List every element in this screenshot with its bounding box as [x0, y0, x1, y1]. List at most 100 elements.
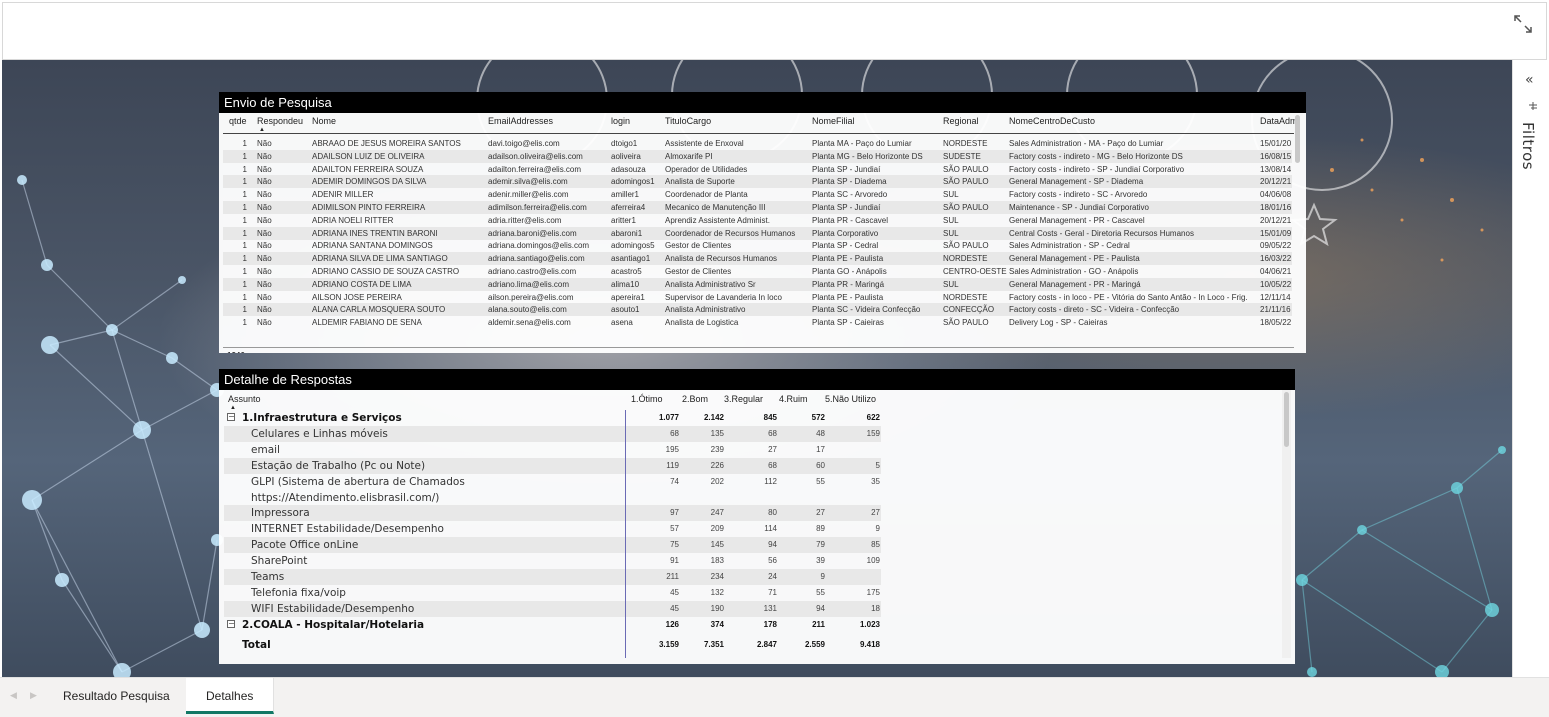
item-row[interactable]: Pacote Office onLine 75 145 94 79 85: [224, 537, 881, 553]
collapse-group-icon[interactable]: −: [227, 413, 235, 421]
cell-respondeu: Não: [257, 241, 272, 251]
table-row[interactable]: 1 Não ABRAAO DE JESUS MOREIRA SANTOS davi.t…: [223, 137, 1292, 150]
item-row[interactable]: WIFI Estabilidade/Desempenho 45 190 131 94 18: [224, 601, 881, 617]
cell-login: asena: [611, 318, 633, 328]
cell-dataadm: 04/06/21: [1260, 267, 1292, 276]
cell-respondeu: Não: [257, 318, 272, 328]
prev-page-icon[interactable]: ◀: [10, 691, 17, 701]
cell-nomefilial: Planta MA - Paço do Lumiar: [812, 139, 912, 148]
cell-nomefilial: Planta SP - Caieiras: [812, 318, 884, 328]
cell-login: apereira1: [611, 292, 645, 302]
col-header-respondeu[interactable]: Respondeu ▲: [257, 113, 303, 134]
cell-login: amiller1: [611, 190, 640, 200]
tab-resultado-pesquisa[interactable]: Resultado Pesquisa: [43, 678, 191, 714]
group-row[interactable]: −2.COALA - Hospitalar/Hotelaria 126 374 178…: [224, 617, 881, 633]
col-header-email[interactable]: EmailAddresses: [488, 113, 553, 134]
item-row[interactable]: SharePoint 91 183 56 39 109: [224, 553, 881, 569]
value-cell: 3.159: [658, 640, 679, 649]
table-row[interactable]: 1 Não ADEMIR DOMINGOS DA SILVA ademir.silva…: [223, 175, 1292, 189]
cell-centrodecusto: General Management - PE - Paulista: [1009, 254, 1140, 264]
cell-dataadm: 16/08/15: [1260, 151, 1292, 161]
vertical-scrollbar[interactable]: [1284, 392, 1289, 447]
cell-centrodecusto: Maintenance - SP - Jundiaí Corporativo: [1009, 203, 1149, 212]
vertical-scrollbar[interactable]: [1295, 115, 1300, 163]
col-header-nao-utilizo[interactable]: 5.Não Utilizo: [825, 391, 876, 407]
table-row[interactable]: 1 Não ADRIA NOELI RITTER adria.ritter@elis.…: [223, 214, 1292, 227]
table-row[interactable]: 1 Não ALANA CARLA MOSQUERA SOUTO alana.sout…: [223, 303, 1292, 317]
value-cell: 60: [816, 461, 825, 470]
total-row[interactable]: Total 3.159 7.351 2.847 2.559 9.418: [224, 637, 881, 653]
item-row[interactable]: Teams 211 234 24 9: [224, 569, 881, 585]
value-cell: 131: [763, 604, 777, 613]
cell-nome: ADRIANA INES TRENTIN BARONI: [312, 228, 438, 238]
table-row[interactable]: 1 Não ADIMILSON PINTO FERREIRA adimilson.fe…: [223, 201, 1292, 214]
table-row[interactable]: 1 Não AILSON JOSE PEREIRA ailson.pereira@el…: [223, 291, 1292, 304]
item-row[interactable]: Estação de Trabalho (Pc ou Note) 119 226 68…: [224, 458, 881, 474]
cell-email: davi.toigo@elis.com: [488, 139, 560, 148]
col-header-regional[interactable]: Regional: [943, 113, 979, 134]
table-row[interactable]: 1 Não ADRIANO COSTA DE LIMA adriano.lima@el…: [223, 277, 1292, 291]
collapse-filters-icon[interactable]: «: [1525, 72, 1534, 88]
cell-nome: ALDEMIR FABIANO DE SENA: [312, 318, 422, 328]
detalhe-respostas-matrix[interactable]: Assunto ▲ 1.Ótimo 2.Bom 3.Regular 4.Ruim…: [219, 390, 1295, 664]
filters-pane[interactable]: « Filtros: [1512, 60, 1549, 677]
group-row[interactable]: −1.Infraestrutura e Serviços 1.077 2.142 84…: [224, 410, 881, 426]
item-row[interactable]: Impressora 97 247 80 27 27: [224, 505, 881, 521]
item-row[interactable]: email 195 239 27 17: [224, 442, 881, 458]
collapse-group-icon[interactable]: −: [227, 620, 235, 628]
group-label: Total: [242, 639, 271, 651]
col-header-otimo[interactable]: 1.Ótimo: [631, 391, 663, 407]
table-row[interactable]: 1 Não ADRIANO CASSIO DE SOUZA CASTRO adrian…: [223, 265, 1292, 278]
col-header-bom[interactable]: 2.Bom: [682, 391, 708, 407]
cell-dataadm: 18/01/16: [1260, 203, 1292, 212]
table-row[interactable]: 1 Não ADENIR MILLER adenir.miller@elis.com a…: [223, 188, 1292, 201]
tab-detalhes[interactable]: Detalhes: [186, 678, 275, 714]
cell-titulocargo: Coordenador de Planta: [665, 190, 748, 200]
cell-centrodecusto: General Management - PR - Cascavel: [1009, 215, 1145, 225]
next-page-icon[interactable]: ▶: [30, 691, 37, 701]
envio-pesquisa-table[interactable]: qtde Respondeu ▲ Nome EmailAddresses log…: [219, 113, 1306, 353]
table-row[interactable]: 1 Não ADRIANA SILVA DE LIMA SANTIAGO adrian…: [223, 252, 1292, 266]
cell-regional: CONFECÇÃO: [943, 305, 995, 315]
cell-nome: ADEMIR DOMINGOS DA SILVA: [312, 177, 427, 187]
col-header-ruim[interactable]: 4.Ruim: [779, 391, 808, 407]
value-cell: 374: [710, 620, 724, 629]
cell-nome: ALANA CARLA MOSQUERA SOUTO: [312, 305, 446, 315]
table-row[interactable]: 1 Não ADAILSON LUIZ DE OLIVEIRA adailson.ol…: [223, 149, 1292, 163]
col-header-login[interactable]: login: [611, 113, 630, 134]
table-row[interactable]: 1 Não ADRIANA INES TRENTIN BARONI adriana.b…: [223, 226, 1292, 240]
value-cell: 211: [812, 620, 825, 629]
table-row[interactable]: 1 Não ADAILTON FERREIRA SOUZA adailton.ferr…: [223, 163, 1292, 176]
col-header-nomefilial[interactable]: NomeFilial: [812, 113, 855, 134]
table-row[interactable]: 1 Não ADRIANA SANTANA DOMINGOS adriana.domi…: [223, 239, 1292, 252]
value-cell: 572: [811, 413, 825, 422]
cell-qtde: 1: [242, 305, 247, 315]
cell-centrodecusto: Central Costs - Geral - Diretoria Recurs…: [1009, 228, 1194, 238]
col-header-nome[interactable]: Nome: [312, 113, 336, 134]
item-label: Teams: [251, 571, 285, 583]
value-cell: 119: [666, 461, 679, 470]
item-row[interactable]: Celulares e Linhas móveis 68 135 68 48 159: [224, 426, 881, 442]
item-row[interactable]: GLPI (Sistema de abertura de Chamados ht…: [224, 474, 881, 505]
cell-dataadm: 04/06/08: [1260, 190, 1292, 200]
col-header-dataadm[interactable]: DataAdm: [1260, 113, 1298, 134]
col-header-regular[interactable]: 3.Regular: [724, 391, 763, 407]
col-header-centrodecusto[interactable]: NomeCentroDeCusto: [1009, 113, 1095, 134]
col-header-qtde[interactable]: qtde: [229, 113, 247, 134]
cell-dataadm: 15/01/09: [1260, 228, 1292, 238]
cell-qtde: 1: [242, 292, 247, 302]
col-header-titulocargo[interactable]: TituloCargo: [665, 113, 711, 134]
item-row[interactable]: INTERNET Estabilidade/Desempenho 57 209 114…: [224, 521, 881, 537]
table-row[interactable]: 1 Não ALDEMIR FABIANO DE SENA aldemir.sena@…: [223, 316, 1292, 329]
cell-nomefilial: Planta PE - Paulista: [812, 292, 884, 302]
value-cell: 48: [816, 429, 825, 438]
cell-dataadm: 21/11/16: [1260, 305, 1291, 315]
expand-icon[interactable]: [1512, 13, 1534, 35]
item-label: WIFI Estabilidade/Desempenho: [251, 603, 415, 615]
report-header: [2, 2, 1547, 60]
filters-label[interactable]: Filtros: [1519, 122, 1537, 170]
value-cell: 27: [871, 508, 880, 517]
item-row[interactable]: Telefonia fixa/voip 45 132 71 55 175: [224, 585, 881, 601]
col-header-assunto[interactable]: Assunto ▲: [228, 391, 261, 411]
cell-nome: ADRIANO CASSIO DE SOUZA CASTRO: [312, 267, 460, 276]
